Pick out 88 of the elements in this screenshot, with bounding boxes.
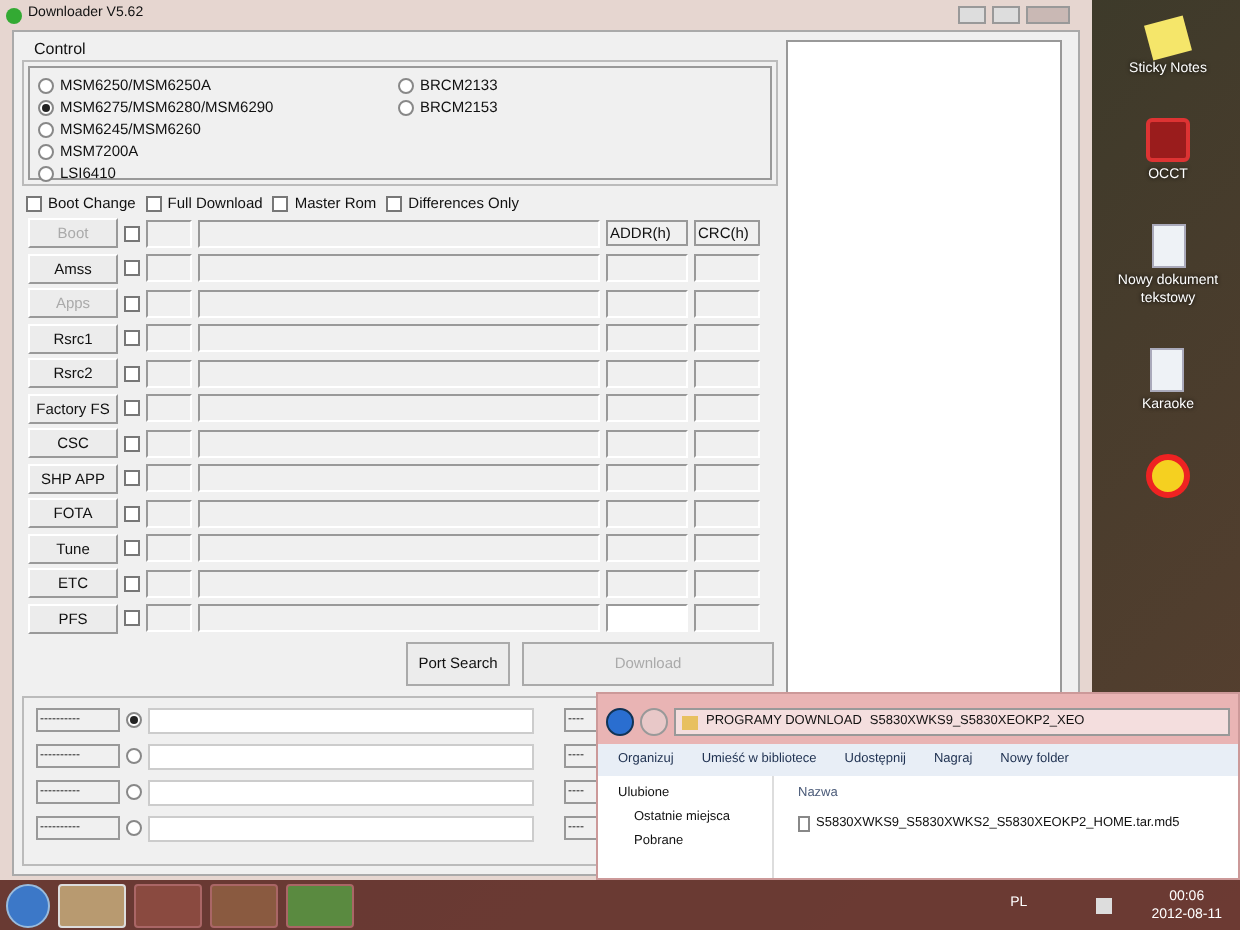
checkbox[interactable] [124, 575, 140, 592]
sticky-note-icon[interactable] [1144, 15, 1192, 61]
input-field[interactable] [198, 464, 600, 493]
input-field[interactable] [146, 324, 192, 353]
input-field[interactable] [198, 289, 600, 318]
radio-button[interactable] [38, 99, 54, 115]
document-icon[interactable] [1150, 348, 1185, 392]
input-field[interactable] [606, 499, 688, 528]
checkbox[interactable] [124, 540, 140, 557]
input-field[interactable] [198, 569, 600, 598]
input-field[interactable] [146, 464, 192, 493]
input-field[interactable] [606, 394, 688, 423]
input-field[interactable] [694, 289, 760, 318]
checkbox[interactable] [124, 365, 140, 382]
input-field[interactable] [694, 534, 760, 563]
input-field[interactable] [146, 219, 192, 248]
input-field[interactable] [694, 359, 760, 388]
checkbox[interactable] [272, 195, 289, 211]
radio-button[interactable] [126, 820, 142, 836]
radio-button[interactable] [38, 77, 54, 93]
radio-button[interactable] [38, 165, 54, 181]
radio-button[interactable] [398, 77, 414, 93]
input-field[interactable] [606, 429, 688, 458]
input-field[interactable] [198, 394, 600, 423]
input-field[interactable] [198, 219, 600, 248]
radio-button[interactable] [398, 99, 414, 115]
input-field[interactable] [606, 604, 688, 633]
minimize-button[interactable] [958, 6, 986, 24]
input-field[interactable] [146, 499, 192, 528]
input-field[interactable] [146, 254, 192, 283]
input-field[interactable] [198, 359, 600, 388]
close-button[interactable] [1026, 6, 1070, 24]
group-label: Control [34, 40, 88, 60]
checkbox[interactable] [124, 435, 140, 452]
input-field[interactable] [198, 254, 600, 283]
checkbox[interactable] [145, 195, 162, 211]
input-field[interactable] [146, 394, 192, 423]
radio-button[interactable] [126, 712, 142, 728]
input-field[interactable] [694, 429, 760, 458]
input-field[interactable] [198, 429, 600, 458]
checkbox[interactable] [124, 260, 140, 277]
port-field[interactable] [148, 779, 534, 805]
input-field[interactable] [606, 569, 688, 598]
input-field[interactable] [198, 604, 600, 633]
radio-button[interactable] [38, 121, 54, 137]
input-field[interactable] [606, 359, 688, 388]
input-field[interactable] [694, 254, 760, 283]
input-field[interactable] [606, 324, 688, 353]
input-field[interactable] [694, 569, 760, 598]
input-field[interactable] [146, 289, 192, 318]
radio-button[interactable] [126, 748, 142, 764]
port-field[interactable] [148, 815, 534, 841]
input-field[interactable] [694, 464, 760, 493]
app-icon[interactable] [1146, 118, 1190, 162]
checkbox[interactable] [386, 195, 403, 211]
input-field[interactable] [198, 324, 600, 353]
checkbox[interactable] [124, 470, 140, 487]
input-field[interactable] [694, 604, 760, 633]
radio-button[interactable] [126, 784, 142, 800]
input-field[interactable] [198, 534, 600, 563]
checkbox[interactable] [124, 400, 140, 417]
input-field[interactable] [694, 499, 760, 528]
input-field[interactable] [146, 429, 192, 458]
input-field[interactable] [694, 324, 760, 353]
app-icon [6, 7, 22, 23]
input-field[interactable] [606, 254, 688, 283]
input-field[interactable] [198, 499, 600, 528]
file-icon [798, 815, 810, 832]
maximize-button[interactable] [992, 6, 1020, 24]
speaker-icon[interactable] [1095, 897, 1112, 913]
checkbox[interactable] [124, 330, 140, 347]
back-button[interactable] [606, 708, 634, 736]
radio-button[interactable] [38, 143, 54, 159]
port-field[interactable] [148, 707, 534, 733]
document-icon[interactable] [1151, 224, 1185, 268]
input-field[interactable] [694, 394, 760, 423]
checkbox[interactable] [124, 505, 140, 522]
input-field[interactable] [606, 289, 688, 318]
input-field[interactable] [606, 464, 688, 493]
input-field[interactable] [146, 604, 192, 633]
input-field[interactable] [146, 359, 192, 388]
checkbox[interactable] [124, 610, 140, 627]
input-field[interactable] [606, 534, 688, 563]
input-field[interactable] [146, 569, 192, 598]
port-field[interactable] [148, 743, 534, 769]
start-button[interactable] [6, 883, 50, 927]
input-field[interactable] [146, 534, 192, 563]
checkbox[interactable] [26, 195, 42, 211]
